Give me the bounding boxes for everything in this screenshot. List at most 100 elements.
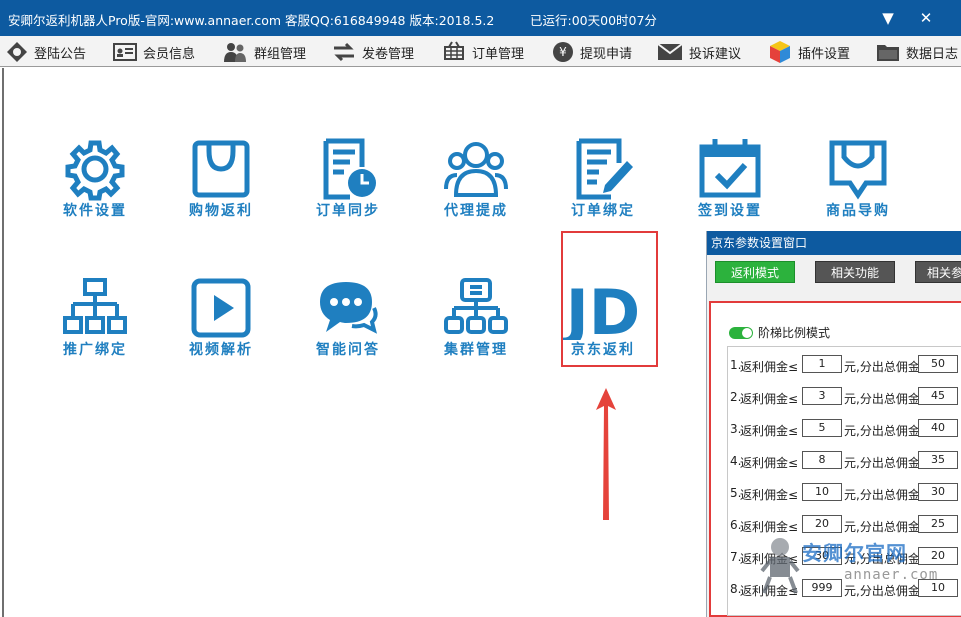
toolbar-item-label: 发卷管理 bbox=[362, 46, 415, 62]
runtime-status: 已运行:00天00时07分 bbox=[530, 13, 657, 28]
toolbar-item-coupon-manage[interactable]: 发卷管理 bbox=[332, 40, 414, 64]
tier-mid-text: 元,分出总佣金 bbox=[844, 360, 920, 374]
app-software-settings[interactable]: 软件设置 bbox=[40, 137, 150, 247]
app-label: 订单绑定 bbox=[571, 203, 635, 219]
tier-amount-input[interactable]: 5 bbox=[802, 419, 842, 437]
tier-prefix: 返利佣金≤ bbox=[740, 392, 799, 406]
tier-mid-text: 元,分出总佣金 bbox=[844, 392, 920, 406]
tier-mid-text: 元,分出总佣金 bbox=[844, 520, 920, 534]
toolbar-item-label: 登陆公告 bbox=[34, 46, 87, 62]
toolbar-item-feedback[interactable]: 投诉建议 bbox=[657, 40, 741, 64]
tier-prefix: 返利佣金≤ bbox=[740, 456, 799, 470]
chat-smile-icon bbox=[829, 140, 887, 200]
app-video-parse[interactable]: 视频解析 bbox=[166, 276, 276, 386]
app-label: 软件设置 bbox=[63, 203, 127, 219]
mail-icon bbox=[657, 43, 683, 60]
tier-amount-input[interactable]: 1 bbox=[802, 355, 842, 373]
tier-percent-input[interactable]: 35 bbox=[918, 451, 958, 469]
toolbar-item-label: 插件设置 bbox=[798, 46, 851, 62]
app-label: 推广绑定 bbox=[63, 342, 127, 358]
robot-mascot-icon bbox=[760, 538, 800, 594]
tab-related-functions[interactable]: 相关功能 bbox=[815, 261, 895, 283]
toolbar-item-plugin-settings[interactable]: 插件设置 bbox=[768, 40, 850, 64]
app-smart-qa[interactable]: 智能问答 bbox=[293, 276, 403, 386]
tier-mid-text: 元,分出总佣金 bbox=[844, 488, 920, 502]
toolbar-item-group-manage[interactable]: 群组管理 bbox=[222, 40, 306, 64]
title-bar: 安卿尔返利机器人Pro版-官网:www.annaer.com 客服QQ:6168… bbox=[0, 0, 961, 36]
group-icon bbox=[224, 43, 246, 62]
tier-amount-input[interactable]: 20 bbox=[802, 515, 842, 533]
yen-coin-icon: ¥ bbox=[553, 42, 573, 62]
app-label: 代理提成 bbox=[444, 203, 508, 219]
dialog-title: 京东参数设置窗口 bbox=[707, 231, 961, 255]
tab-rebate-mode[interactable]: 返利模式 bbox=[715, 261, 795, 283]
tier-prefix: 返利佣金≤ bbox=[740, 424, 799, 438]
shopping-bag-icon bbox=[192, 140, 250, 198]
chat-bubbles-icon bbox=[320, 282, 378, 334]
close-icon[interactable]: ✕ bbox=[914, 6, 938, 30]
toolbar-item-label: 数据日志 bbox=[906, 46, 959, 62]
tier-amount-input[interactable]: 10 bbox=[802, 483, 842, 501]
tier-prefix: 返利佣金≤ bbox=[740, 360, 799, 374]
tier-mid-text: 元,分出总佣金 bbox=[844, 424, 920, 438]
app-window: 安卿尔返利机器人Pro版-官网:www.annaer.com 客服QQ:6168… bbox=[0, 0, 961, 617]
cart-icon bbox=[444, 41, 464, 60]
tier-percent-input[interactable]: 25 bbox=[918, 515, 958, 533]
toolbar-item-label: 订单管理 bbox=[472, 46, 525, 62]
main-toolbar: 登陆公告 会员信息 群组管理 发卷管理 订单管理 ¥ 提现申请 投诉建议 插件设 bbox=[0, 36, 961, 67]
app-label: 购物返利 bbox=[189, 203, 253, 219]
svg-text:¥: ¥ bbox=[559, 45, 567, 59]
toolbar-item-label: 投诉建议 bbox=[689, 46, 742, 62]
tier-mid-text: 元,分出总佣金 bbox=[844, 456, 920, 470]
tab-related-params[interactable]: 相关参 bbox=[915, 261, 961, 283]
app-label: 智能问答 bbox=[316, 342, 380, 358]
minimize-icon[interactable]: ▼ bbox=[876, 6, 900, 30]
gear-diamond-icon bbox=[7, 42, 27, 62]
app-label: 视频解析 bbox=[189, 342, 253, 358]
tier-prefix: 返利佣金≤ bbox=[740, 520, 799, 534]
site-watermark: 安卿尔官网 annaer.com bbox=[760, 535, 960, 595]
app-order-sync[interactable]: 订单同步 bbox=[293, 137, 403, 247]
toolbar-item-order-manage[interactable]: 订单管理 bbox=[442, 40, 524, 64]
toolbar-item-label: 群组管理 bbox=[254, 46, 307, 62]
toggle-label: 阶梯比例模式 bbox=[758, 326, 831, 340]
tier-percent-input[interactable]: 50 bbox=[918, 355, 958, 373]
jd-highlight-frame bbox=[561, 231, 658, 367]
app-shopping-rebate[interactable]: 购物返利 bbox=[166, 137, 276, 247]
play-icon bbox=[191, 278, 251, 338]
toolbar-item-withdraw[interactable]: ¥ 提现申请 bbox=[552, 40, 632, 64]
app-label: 签到设置 bbox=[698, 203, 762, 219]
watermark-url: annaer.com bbox=[844, 567, 939, 583]
window-title: 安卿尔返利机器人Pro版-官网:www.annaer.com 客服QQ:6168… bbox=[8, 13, 495, 28]
tier-percent-input[interactable]: 45 bbox=[918, 387, 958, 405]
tier-percent-input[interactable]: 40 bbox=[918, 419, 958, 437]
app-agent-commission[interactable]: 代理提成 bbox=[421, 137, 531, 247]
doc-clock-icon bbox=[323, 138, 376, 200]
id-card-icon bbox=[113, 43, 137, 61]
toolbar-item-label: 会员信息 bbox=[143, 46, 196, 62]
toolbar-item-data-log[interactable]: 数据日志 bbox=[876, 40, 958, 64]
toolbar-item-login-notice[interactable]: 登陆公告 bbox=[6, 40, 86, 64]
tier-percent-input[interactable]: 30 bbox=[918, 483, 958, 501]
folder-icon bbox=[877, 45, 899, 61]
cluster-icon bbox=[444, 278, 508, 334]
cube-icon bbox=[770, 41, 790, 63]
red-arrow-icon bbox=[596, 388, 616, 520]
app-promo-bind[interactable]: 推广绑定 bbox=[40, 276, 150, 386]
app-label: 集群管理 bbox=[444, 342, 508, 358]
doc-pen-icon bbox=[576, 138, 633, 200]
tiered-mode-toggle-row[interactable]: 阶梯比例模式 bbox=[729, 324, 830, 341]
watermark-text: 安卿尔官网 bbox=[802, 541, 907, 565]
toolbar-item-member-info[interactable]: 会员信息 bbox=[113, 40, 195, 64]
calendar-check-icon bbox=[699, 139, 761, 198]
toolbar-item-label: 提现申请 bbox=[580, 46, 633, 62]
app-cluster-manage[interactable]: 集群管理 bbox=[421, 276, 531, 386]
tier-amount-input[interactable]: 8 bbox=[802, 451, 842, 469]
left-border bbox=[2, 68, 4, 617]
tier-amount-input[interactable]: 3 bbox=[802, 387, 842, 405]
tiered-mode-toggle[interactable] bbox=[729, 326, 753, 339]
people-icon bbox=[444, 142, 508, 197]
gear-icon bbox=[65, 140, 125, 201]
hierarchy-icon bbox=[63, 278, 127, 334]
tier-prefix: 返利佣金≤ bbox=[740, 488, 799, 502]
